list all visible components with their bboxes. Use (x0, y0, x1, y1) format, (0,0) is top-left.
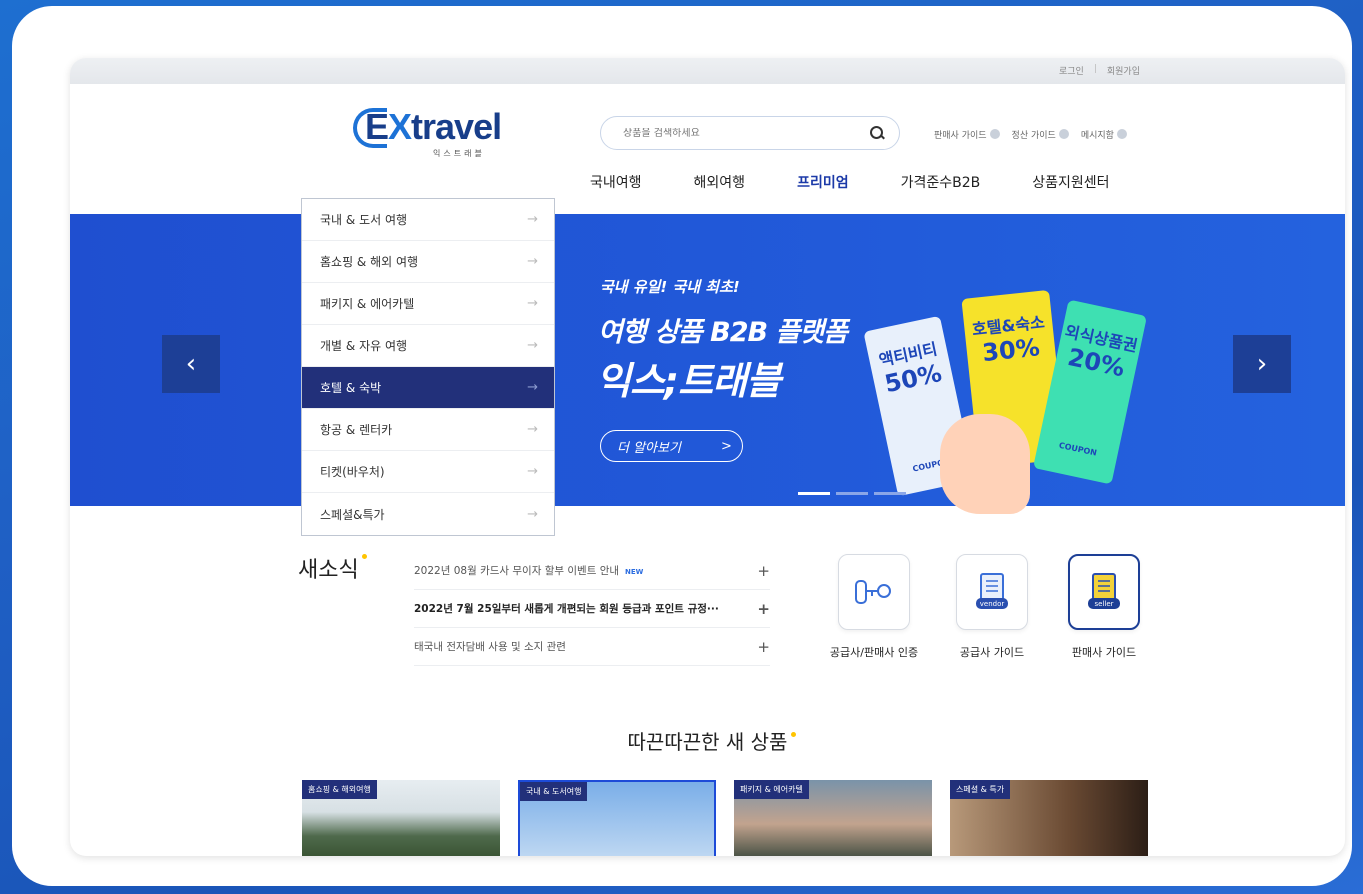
nav-overseas[interactable]: 해외여행 (694, 172, 746, 192)
category-item[interactable]: 국내 & 도서 여행 → (302, 199, 554, 241)
news-list: 2022년 08월 카드사 무이자 할부 이벤트 안내 NEW + 2022년 7… (414, 552, 770, 666)
hero-banner: ‹ › 국내 유일! 국내 최초! 여행 상품 B2B 플랫폼 익스;트래블 더… (70, 214, 1345, 514)
vendor-doc-icon: vendor (956, 554, 1028, 630)
chevron-right-icon: > (720, 438, 732, 454)
logo-subtitle: 익스트래블 (433, 149, 485, 158)
product-tag: 국내 & 도서여행 (520, 782, 588, 801)
key-icon (838, 554, 910, 630)
news-item-text: 태국내 전자담배 사용 및 소지 관련 (414, 641, 566, 653)
site-header: EXtravel 익스트래블 판매사 가이드 정산 가이드 메시지함 국내여행 … (70, 84, 1345, 536)
product-tag: 스페셜 & 특가 (950, 780, 1011, 799)
new-badge: NEW (625, 568, 644, 576)
category-menu: 국내 & 도서 여행 → 홈쇼핑 & 해외 여행 → 패키지 & 에어카텔 → 개별 … (301, 198, 555, 536)
quick-link-label: 공급사 가이드 (959, 646, 1025, 659)
logo-wordmark: EXtravel (365, 106, 502, 147)
search-bar (600, 116, 900, 150)
banner-prev-button[interactable]: ‹ (162, 335, 220, 393)
search-input[interactable] (623, 127, 869, 139)
category-item-selected[interactable]: 호텔 & 숙박 → (302, 367, 554, 409)
hand-illustration (940, 414, 1030, 514)
info-icon (989, 129, 1000, 139)
quick-link-label: 공급사/판매사 인증 (829, 646, 919, 659)
news-item[interactable]: 태국내 전자담배 사용 및 소지 관련 + (414, 628, 770, 666)
coupon-illustration: 액티비티 50% COUPON 호텔&숙소 30% 외식상품권 20% COUPON (850, 244, 1210, 514)
nav-premium[interactable]: 프리미엄 (797, 172, 849, 192)
login-link[interactable]: 로그인 (1059, 64, 1084, 77)
guide-links: 판매사 가이드 정산 가이드 메시지함 (934, 128, 1127, 141)
news-item-text: 2022년 7월 25일부터 새롭게 개편되는 회원 등급과 포인트 규정··· (414, 603, 719, 615)
news-title: 새소식 (298, 552, 367, 584)
info-icon (1116, 129, 1127, 139)
seller-doc-icon: seller (1068, 554, 1140, 630)
slide-dot[interactable] (836, 492, 868, 495)
arrow-right-icon: → (527, 212, 538, 227)
banner-headline: 여행 상품 B2B 플랫폼 (598, 317, 848, 348)
quick-link-certification[interactable]: 공급사/판매사 인증 (814, 554, 934, 660)
slide-dot[interactable] (874, 492, 906, 495)
plus-icon[interactable]: + (757, 638, 770, 656)
arrow-right-icon: → (527, 464, 538, 479)
signup-link[interactable]: 회원가입 (1107, 64, 1140, 77)
product-card[interactable]: 패키지 & 에어카텔 (734, 780, 932, 856)
arrow-right-icon: → (527, 380, 538, 395)
product-tag: 홈쇼핑 & 해외여행 (302, 780, 377, 799)
quick-link-vendor-guide[interactable]: vendor 공급사 가이드 (932, 554, 1052, 660)
banner-brand: 익스;트래블 (596, 359, 781, 403)
category-item[interactable]: 홈쇼핑 & 해외 여행 → (302, 241, 554, 283)
nav-support-center[interactable]: 상품지원센터 (1032, 172, 1109, 192)
message-box-link[interactable]: 메시지함 (1081, 128, 1127, 141)
category-item[interactable]: 티켓(바우처) → (302, 451, 554, 493)
browser-window: 로그인 | 회원가입 EXtravel 익스트래블 판매사 가이드 정산 가이드… (70, 58, 1345, 856)
category-item[interactable]: 개별 & 자유 여행 → (302, 325, 554, 367)
top-utility-bar: 로그인 | 회원가입 (70, 58, 1345, 84)
search-icon[interactable] (869, 125, 885, 141)
svg-text:seller: seller (1094, 600, 1113, 608)
product-card[interactable]: 국내 & 도서여행 (518, 780, 716, 856)
arrow-right-icon: → (527, 422, 538, 437)
arrow-right-icon: → (527, 506, 538, 522)
nav-price-b2b[interactable]: 가격준수B2B (901, 172, 981, 192)
news-item-text: 2022년 08월 카드사 무이자 할부 이벤트 안내 (414, 565, 620, 577)
svg-text:vendor: vendor (980, 600, 1005, 608)
top-links: 로그인 | 회원가입 (1059, 64, 1140, 77)
quick-link-label: 판매사 가이드 (1071, 646, 1137, 659)
page-frame: 로그인 | 회원가입 EXtravel 익스트래블 판매사 가이드 정산 가이드… (12, 6, 1352, 886)
settlement-guide-link[interactable]: 정산 가이드 (1012, 128, 1069, 141)
quick-link-seller-guide[interactable]: seller 판매사 가이드 (1044, 554, 1164, 660)
category-item[interactable]: 패키지 & 에어카텔 → (302, 283, 554, 325)
banner-more-button[interactable]: 더 알아보기 > (600, 430, 743, 462)
category-item[interactable]: 스페셜&특가 → (302, 493, 554, 535)
plus-icon[interactable]: + (757, 562, 770, 580)
banner-more-label: 더 알아보기 (617, 440, 681, 456)
info-icon (1058, 129, 1069, 139)
arrow-right-icon: → (527, 254, 538, 269)
banner-next-button[interactable]: › (1233, 335, 1291, 393)
slide-dot[interactable] (798, 492, 830, 495)
news-item[interactable]: 2022년 7월 25일부터 새롭게 개편되는 회원 등급과 포인트 규정···… (414, 590, 770, 628)
nav-domestic[interactable]: 국내여행 (590, 172, 642, 192)
news-item[interactable]: 2022년 08월 카드사 무이자 할부 이벤트 안내 NEW + (414, 552, 770, 590)
arrow-right-icon: → (527, 296, 538, 311)
product-tag: 패키지 & 에어카텔 (734, 780, 809, 799)
product-card[interactable]: 홈쇼핑 & 해외여행 (302, 780, 500, 856)
separator: | (1093, 64, 1097, 74)
plus-icon[interactable]: + (757, 600, 770, 618)
product-card[interactable]: 스페셜 & 특가 (950, 780, 1148, 856)
arrow-right-icon: → (527, 338, 538, 353)
site-logo[interactable]: EXtravel 익스트래블 (353, 104, 513, 158)
product-cards: 홈쇼핑 & 해외여행 국내 & 도서여행 패키지 & 에어카텔 스페셜 & 특가 (302, 780, 1148, 856)
category-item[interactable]: 항공 & 렌터카 → (302, 409, 554, 451)
slide-indicators (798, 492, 906, 495)
seller-guide-link[interactable]: 판매사 가이드 (934, 128, 1000, 141)
new-products-title: 따끈따끈한 새 상품 (627, 730, 788, 754)
main-navigation: 국내여행 해외여행 프리미엄 가격준수B2B 상품지원센터 (590, 172, 1162, 192)
banner-kicker: 국내 유일! 국내 최초! (600, 278, 740, 296)
coupon-sub: COUPON (1058, 440, 1098, 458)
